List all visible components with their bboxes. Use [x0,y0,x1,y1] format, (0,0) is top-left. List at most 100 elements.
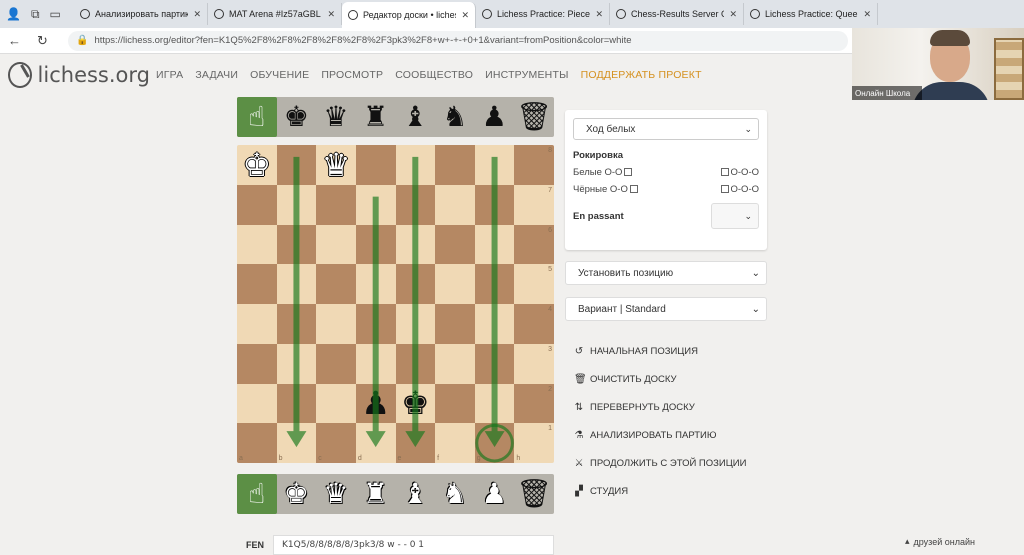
square-c6[interactable] [316,224,356,265]
url-field[interactable]: 🔒 https://lichess.org/editor?fen=K1Q5%2F… [68,30,848,51]
square-f2[interactable] [435,383,475,424]
square-b2[interactable] [276,383,317,424]
square-g6[interactable] [474,224,515,265]
chess-board[interactable]: ♚ ♛ 8 7 6 5 4 3 ♟ ♚ 2 a b c d e f g 1 h [237,145,554,463]
square-f4[interactable] [435,304,475,344]
square-d8[interactable] [355,145,396,185]
close-icon[interactable]: ✕ [461,10,469,21]
black-oo-checkbox[interactable] [629,185,638,194]
white-oo-checkbox[interactable] [624,168,633,177]
square-c8[interactable]: ♛ [316,145,356,185]
friends-online-status[interactable]: ▴ друзей онлайн [905,536,975,547]
square-c2[interactable] [316,383,356,424]
action-reset[interactable]: ↺ НАЧАЛЬНАЯ ПОЗИЦИЯ [574,337,774,365]
nav-link[interactable]: ЗАДАЧИ [195,69,238,81]
square-e4[interactable] [395,304,436,344]
square-d4[interactable] [355,304,396,344]
white-oo-option[interactable]: Белые О-О [573,167,634,178]
white-ooo-option[interactable]: О-О-О [719,167,759,178]
square-f1[interactable]: f [435,423,475,463]
white-ooo-checkbox[interactable] [720,168,729,177]
nav-link[interactable]: ИНСТРУМЕНТЫ [485,69,568,81]
square-h5[interactable]: 5 [514,264,554,304]
spare-black-bishop[interactable]: ♝ [395,97,435,137]
square-a4[interactable] [237,304,277,344]
action-study[interactable]: ▞ СТУДИЯ [574,477,774,505]
fen-input[interactable]: K1Q5/8/8/8/8/8/3pk3/8 w - - 0 1 [273,534,554,555]
black-king[interactable]: ♚ [401,387,430,419]
square-d5[interactable] [355,264,396,304]
square-g8[interactable] [474,145,515,185]
spare-hand-icon[interactable]: ☝ [237,474,277,514]
reload-icon[interactable]: ↻ [37,33,48,49]
square-e1[interactable]: e [395,423,436,463]
action-swords[interactable]: ⚔ ПРОДОЛЖИТЬ С ЭТОЙ ПОЗИЦИИ [574,449,774,477]
spare-black-pawn[interactable]: ♟ [475,97,515,137]
square-a5[interactable] [237,264,277,304]
spare-hand-icon[interactable]: ☝ [237,97,277,137]
close-icon[interactable]: ✕ [729,9,737,20]
square-b1[interactable]: b [276,423,317,463]
square-d2[interactable]: ♟ [355,383,396,424]
square-c5[interactable] [316,264,356,304]
white-king[interactable]: ♚ [242,149,271,181]
square-a6[interactable] [237,224,277,265]
square-g7[interactable] [474,184,515,225]
action-flip[interactable]: ⇅ ПЕРЕВЕРНУТЬ ДОСКУ [574,393,774,421]
spare-trash-icon[interactable]: 🗑 [514,97,554,137]
square-a3[interactable] [237,343,277,384]
spare-trash-icon[interactable]: 🗑 [514,474,554,514]
square-f8[interactable] [435,145,475,185]
square-b4[interactable] [276,304,317,344]
square-c4[interactable] [316,304,356,344]
square-e5[interactable] [395,264,436,304]
black-ooo-checkbox[interactable] [720,185,729,194]
square-e6[interactable] [395,224,436,265]
workspaces-icon[interactable]: ⧉ [31,7,40,22]
square-e2[interactable]: ♚ [395,383,436,424]
square-b5[interactable] [276,264,317,304]
square-a2[interactable] [237,383,277,424]
square-f6[interactable] [435,224,475,265]
browser-tab[interactable]: Редактор доски • lichess.o ✕ [342,2,476,28]
browser-tab[interactable]: Анализировать партию - ✕ [74,3,208,25]
black-oo-option[interactable]: Чёрные О-О [573,184,640,195]
square-c7[interactable] [316,184,356,225]
square-f3[interactable] [435,343,475,384]
close-icon[interactable]: ✕ [193,9,201,20]
spare-black-queen[interactable]: ♛ [316,97,356,137]
action-microscope[interactable]: ⚗ АНАЛИЗИРОВАТЬ ПАРТИЮ [574,421,774,449]
white-queen[interactable]: ♛ [322,149,351,181]
square-g2[interactable] [474,383,515,424]
nav-link[interactable]: ОБУЧЕНИЕ [250,69,309,81]
close-icon[interactable]: ✕ [863,9,871,20]
square-f5[interactable] [435,264,475,304]
nav-link[interactable]: ИГРА [156,69,183,81]
donate-link[interactable]: ПОДДЕРЖАТЬ ПРОЕКТ [581,69,702,81]
browser-tab[interactable]: MAT Arena #Iz57aGBL • ✕ [208,3,342,25]
variant-select[interactable]: Вариант | Standard ⌄ [565,297,767,321]
square-h8[interactable]: 8 [514,145,554,185]
site-logo[interactable]: lichess.org [0,62,150,88]
spare-white-knight[interactable]: ♞ [435,474,475,514]
square-g5[interactable] [474,264,515,304]
square-c1[interactable]: c [316,423,356,463]
spare-black-knight[interactable]: ♞ [435,97,475,137]
square-f7[interactable] [435,184,475,225]
profile-icon[interactable]: 👤 [6,7,21,22]
square-h3[interactable]: 3 [514,343,554,384]
square-e8[interactable] [395,145,436,185]
spare-white-queen[interactable]: ♛ [316,474,356,514]
spare-white-pawn[interactable]: ♟ [475,474,515,514]
spare-black-king[interactable]: ♚ [277,97,317,137]
square-d3[interactable] [355,343,396,384]
square-a1[interactable]: a [237,423,277,463]
square-d6[interactable] [355,224,396,265]
spare-white-rook[interactable]: ♜ [356,474,396,514]
nav-link[interactable]: ПРОСМОТР [321,69,383,81]
browser-tab[interactable]: Lichess Practice: Queen ✕ [744,3,878,25]
action-trash[interactable]: 🗑 ОЧИСТИТЬ ДОСКУ [574,365,774,393]
square-h7[interactable]: 7 [514,184,554,225]
spare-black-rook[interactable]: ♜ [356,97,396,137]
square-c3[interactable] [316,343,356,384]
